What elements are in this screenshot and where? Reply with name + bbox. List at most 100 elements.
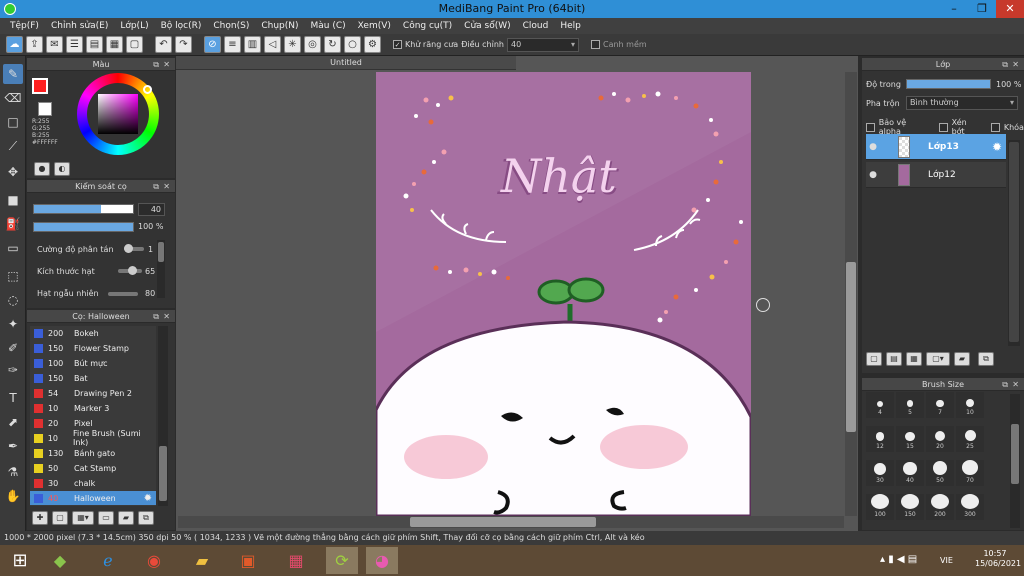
chat-icon[interactable]: ☰ xyxy=(66,36,83,53)
menu-window[interactable]: Cửa sổ(W) xyxy=(458,21,516,31)
brush-size-cell[interactable]: 70 xyxy=(956,460,984,486)
menu-file[interactable]: Tệp(F) xyxy=(4,21,45,31)
brush-size-cell[interactable]: 5 xyxy=(896,392,924,418)
visibility-icon[interactable]: ● xyxy=(866,142,880,152)
brush-copy-button[interactable]: ⧉ xyxy=(138,511,154,525)
brush-size-cell[interactable]: 20 xyxy=(926,426,954,452)
eraser-tool-icon[interactable]: ⌫ xyxy=(3,88,23,108)
brush-size-cell[interactable]: 100 xyxy=(866,494,894,520)
brush-import-button[interactable]: ▦▾ xyxy=(72,511,94,525)
visibility-icon[interactable]: ● xyxy=(866,170,880,180)
brush-size-cell[interactable]: 4 xyxy=(866,392,894,418)
eyedropper-tool-icon[interactable]: ⚗ xyxy=(3,462,23,482)
brush-list-scrollbar[interactable] xyxy=(158,326,168,506)
layer-item-lop13[interactable]: ● Lớp13 ✹ xyxy=(866,134,1006,160)
document-tab[interactable]: Untitled xyxy=(176,56,516,70)
brush-size-slider[interactable] xyxy=(33,204,134,214)
magic-wand-icon[interactable]: ✦ xyxy=(3,314,23,334)
undock-icon[interactable]: ⧉ xyxy=(1002,58,1008,71)
lock-checkbox[interactable] xyxy=(991,122,1000,132)
new-8bit-layer-button[interactable]: ▦ xyxy=(906,352,922,366)
new-layer-button[interactable]: ▢ xyxy=(866,352,882,366)
ellipse-snap-icon[interactable]: ○ xyxy=(344,36,361,53)
parallel-snap-icon[interactable]: ≡ xyxy=(224,36,241,53)
clip-checkbox[interactable] xyxy=(938,122,948,132)
protect-alpha-checkbox[interactable] xyxy=(866,122,875,132)
close-panel-icon[interactable]: ✕ xyxy=(163,310,170,323)
settings-snap-icon[interactable]: ⚙ xyxy=(364,36,381,53)
hue-handle[interactable] xyxy=(143,85,152,94)
menu-filter[interactable]: Bộ lọc(R) xyxy=(155,21,208,31)
layer-folder-button[interactable]: ▰ xyxy=(954,352,970,366)
cloud-icon[interactable]: ☁ xyxy=(6,36,23,53)
marquee-tool-icon[interactable]: ⬚ xyxy=(3,266,23,286)
bluestacks-icon[interactable]: ◆ xyxy=(44,547,76,574)
brush-list-item[interactable]: 150 Flower Stamp xyxy=(30,341,156,356)
undo-icon[interactable]: ↶ xyxy=(155,36,172,53)
menu-tools[interactable]: Công cụ(T) xyxy=(397,21,458,31)
secondary-color-swatch[interactable] xyxy=(38,102,52,116)
brush-list-item[interactable]: 54 Drawing Pen 2 xyxy=(30,386,156,401)
select-pen-icon[interactable]: ⟋ xyxy=(3,136,23,156)
close-panel-icon[interactable]: ✕ xyxy=(1012,378,1019,391)
medibang-launcher-icon[interactable]: ⟳ xyxy=(326,547,358,574)
brush-size-cell[interactable]: 200 xyxy=(926,494,954,520)
page-icon[interactable]: ▢ xyxy=(126,36,143,53)
brush-size-cell[interactable]: 150 xyxy=(896,494,924,520)
layer-opacity-slider[interactable] xyxy=(906,79,991,89)
select-brush-icon[interactable]: ✐ xyxy=(3,338,23,358)
bucket-tool-icon[interactable]: ⛽ xyxy=(3,214,23,234)
shape-tool-icon[interactable]: ■ xyxy=(3,190,23,210)
brush-list-item[interactable]: 130 Bánh gato xyxy=(30,446,156,461)
brush-size-cell[interactable]: 7 xyxy=(926,392,954,418)
vanish-snap-icon[interactable]: ◁ xyxy=(264,36,281,53)
redo-icon[interactable]: ↷ xyxy=(175,36,192,53)
close-button[interactable]: ✕ xyxy=(996,0,1024,18)
brush-size-value[interactable]: 40 xyxy=(138,203,165,216)
layer-item-lop12[interactable]: ● Lớp12 xyxy=(866,162,1006,188)
scatter-slider[interactable] xyxy=(124,244,144,253)
brush-size-cell[interactable]: 12 xyxy=(866,426,894,452)
layer-copy-button[interactable]: ⧉ xyxy=(978,352,994,366)
select-eraser-icon[interactable]: ✑ xyxy=(3,360,23,380)
brush-size-cell[interactable]: 15 xyxy=(896,426,924,452)
ie-icon[interactable]: ℯ xyxy=(92,547,124,574)
layer-add-menu-button[interactable]: ▢▾ xyxy=(926,352,950,366)
menu-snap[interactable]: Chụp(N) xyxy=(255,21,304,31)
adjust-select[interactable]: 40 xyxy=(506,37,579,52)
undock-icon[interactable]: ⧉ xyxy=(153,310,159,323)
color-history-button[interactable]: ◐ xyxy=(54,162,70,176)
brush-list-item[interactable]: 30 chalk xyxy=(30,476,156,491)
lasso-tool-icon[interactable]: ◌ xyxy=(3,290,23,310)
windows-start-icon[interactable]: ⊞ xyxy=(4,547,36,574)
no-snap-icon[interactable]: ⊘ xyxy=(204,36,221,53)
export-icon[interactable]: ⇪ xyxy=(26,36,43,53)
undock-icon[interactable]: ⧉ xyxy=(153,58,159,71)
menu-color[interactable]: Màu (C) xyxy=(305,21,352,31)
file-explorer-icon[interactable]: ▰ xyxy=(186,547,218,574)
brush-size-cell[interactable]: 10 xyxy=(956,392,984,418)
operation-tool-icon[interactable]: ⬈ xyxy=(3,412,23,432)
color-mode-button[interactable]: ● xyxy=(34,162,50,176)
brush-size-cell[interactable]: 30 xyxy=(866,460,894,486)
gear-icon[interactable]: ✹ xyxy=(144,493,152,504)
close-panel-icon[interactable]: ✕ xyxy=(163,58,170,71)
app-grid-icon[interactable]: ▦ xyxy=(280,547,312,574)
move-tool-icon[interactable]: ✥ xyxy=(3,162,23,182)
ruler-toggle[interactable]: Canh mềm xyxy=(590,40,647,49)
artboard[interactable]: Nhật Nhật xyxy=(376,72,751,516)
hand-tool-icon[interactable]: ✋ xyxy=(3,486,23,506)
ruler-checkbox[interactable] xyxy=(590,40,600,49)
antialias-checkbox[interactable]: ✓ xyxy=(393,40,402,49)
close-panel-icon[interactable]: ✕ xyxy=(163,180,170,193)
cross-snap-icon[interactable]: ▥ xyxy=(244,36,261,53)
circle-snap-icon[interactable]: ◎ xyxy=(304,36,321,53)
brush-control-scrollbar[interactable] xyxy=(157,240,165,298)
clock[interactable]: 10:57 15/06/2021 xyxy=(975,549,1021,569)
canvas-hscrollbar[interactable] xyxy=(178,516,844,528)
layer-scrollbar[interactable] xyxy=(1008,140,1020,346)
new-halftone-layer-button[interactable]: ▤ xyxy=(886,352,902,366)
language-indicator[interactable]: VIE xyxy=(940,556,953,565)
primary-color-swatch[interactable] xyxy=(32,78,48,94)
document-icon[interactable]: ▤ xyxy=(86,36,103,53)
